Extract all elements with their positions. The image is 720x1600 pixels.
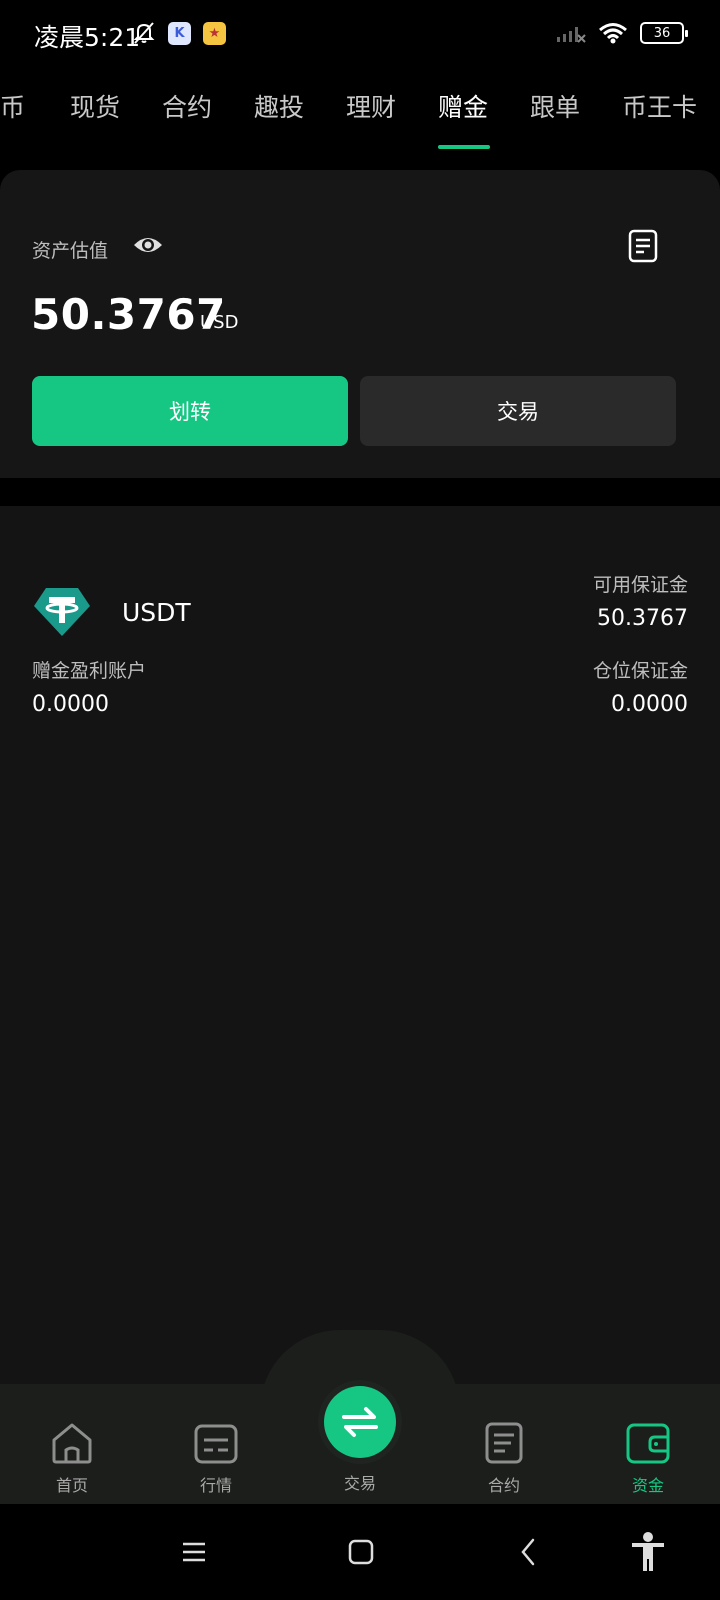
app-k-icon: K bbox=[168, 21, 191, 45]
home-icon bbox=[52, 1423, 92, 1464]
status-system-icons: 36 bbox=[556, 22, 688, 44]
position-margin-value: 0.0000 bbox=[611, 692, 688, 717]
nav-funds-label: 资金 bbox=[631, 1476, 664, 1495]
coin-name: USDT bbox=[122, 598, 191, 627]
back-button[interactable] bbox=[508, 1532, 548, 1572]
bell-muted-icon bbox=[133, 22, 155, 44]
asset-valuation-label: 资产估值 bbox=[32, 240, 109, 262]
accessibility-icon bbox=[632, 1532, 664, 1571]
eye-icon[interactable] bbox=[132, 230, 164, 260]
nav-funds[interactable]: 资金 bbox=[598, 1420, 698, 1496]
tab-copy-trade[interactable]: 跟单 bbox=[530, 88, 580, 124]
active-tab-indicator bbox=[438, 145, 490, 149]
tab-coin-king-card[interactable]: 币王卡 bbox=[622, 88, 697, 124]
tab-bonus[interactable]: 赠金 bbox=[438, 88, 488, 124]
bonus-profit-value: 0.0000 bbox=[32, 692, 109, 717]
asset-unit: USD bbox=[200, 312, 239, 333]
top-tabs: 币 现货 合约 趣投 理财 赠金 跟单 币王卡 bbox=[0, 80, 720, 152]
records-icon[interactable] bbox=[626, 228, 660, 264]
menu-button[interactable] bbox=[174, 1532, 214, 1572]
market-icon bbox=[194, 1424, 238, 1464]
tab-contract[interactable]: 合约 bbox=[162, 88, 212, 124]
chevron-left-icon bbox=[521, 1538, 535, 1566]
trade-fab-button[interactable] bbox=[324, 1386, 396, 1458]
position-margin-label: 仓位保证金 bbox=[592, 660, 688, 682]
status-notification-icons: K ★ bbox=[133, 20, 226, 46]
menu-icon bbox=[183, 1542, 205, 1562]
swap-arrows-icon bbox=[342, 1407, 378, 1437]
nav-home-label: 首页 bbox=[55, 1476, 88, 1495]
tab-spot[interactable]: 现货 bbox=[70, 88, 120, 124]
battery-indicator: 36 bbox=[640, 22, 688, 44]
bonus-account-panel: USDT 可用保证金 50.3767 赠金盈利账户 0.0000 仓位保证金 0… bbox=[0, 506, 720, 1386]
nav-contract-label: 合约 bbox=[487, 1476, 520, 1495]
signal-icon bbox=[557, 27, 586, 43]
tab-wealth[interactable]: 理财 bbox=[346, 88, 396, 124]
home-button[interactable] bbox=[341, 1532, 381, 1572]
asset-value: 50.3767 bbox=[31, 290, 226, 339]
asset-card: 资产估值 50.3767 USD 划转 交易 bbox=[0, 170, 720, 478]
nav-home[interactable]: 首页 bbox=[22, 1420, 122, 1496]
tab-coin[interactable]: 币 bbox=[0, 88, 25, 124]
available-margin-label: 可用保证金 bbox=[592, 574, 688, 596]
square-icon bbox=[348, 1539, 374, 1565]
tab-fun-invest[interactable]: 趣投 bbox=[254, 88, 304, 124]
usdt-logo-icon bbox=[34, 588, 90, 636]
wallet-icon bbox=[626, 1423, 670, 1464]
system-nav-bar bbox=[0, 1504, 720, 1600]
trade-button[interactable]: 交易 bbox=[360, 376, 676, 446]
nav-market-label: 行情 bbox=[199, 1476, 232, 1495]
status-time: 凌晨5:21 bbox=[34, 23, 141, 52]
nav-contract[interactable]: 合约 bbox=[454, 1420, 554, 1496]
transfer-button[interactable]: 划转 bbox=[32, 376, 348, 446]
app-game-icon: ★ bbox=[203, 21, 226, 45]
accessibility-button[interactable] bbox=[628, 1532, 668, 1572]
wifi-icon bbox=[599, 23, 627, 44]
nav-market[interactable]: 行情 bbox=[166, 1420, 266, 1496]
status-bar: 凌晨5:21 K ★ 36 bbox=[0, 0, 720, 70]
nav-trade-label: 交易 bbox=[343, 1474, 376, 1493]
contract-icon bbox=[485, 1422, 523, 1464]
bonus-profit-label: 赠金盈利账户 bbox=[32, 660, 147, 682]
available-margin-value: 50.3767 bbox=[597, 606, 688, 631]
